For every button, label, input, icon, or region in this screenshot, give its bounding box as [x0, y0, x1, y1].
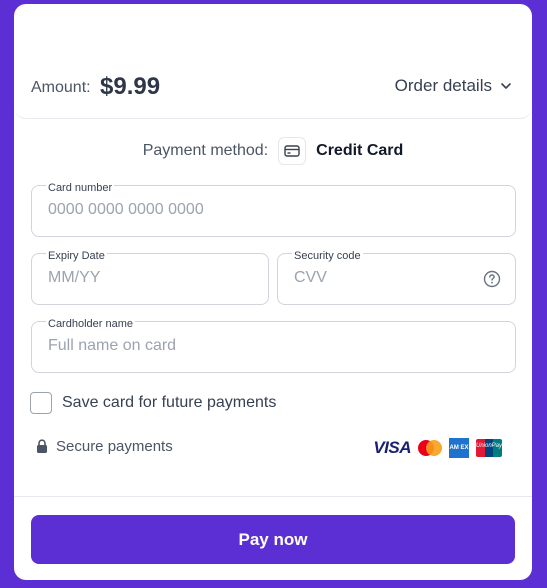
security-code-field[interactable]: Security code: [277, 250, 516, 305]
cardholder-name-field[interactable]: Cardholder name: [31, 318, 516, 373]
card-number-field[interactable]: Card number: [31, 182, 516, 237]
expiry-date-field[interactable]: Expiry Date: [31, 250, 269, 305]
security-code-label: Security code: [292, 250, 363, 262]
lock-icon: [37, 439, 47, 453]
unionpay-logo: UnionPay: [476, 439, 502, 457]
amex-logo: AM EX: [449, 438, 469, 458]
payment-method-row: Payment method: Credit Card: [14, 136, 532, 166]
security-code-input[interactable]: [292, 268, 439, 288]
order-details-toggle[interactable]: Order details: [395, 76, 512, 96]
amount-label: Amount:: [31, 79, 91, 96]
order-details-label: Order details: [394, 76, 492, 95]
card-number-label: Card number: [46, 182, 115, 194]
help-circle-icon[interactable]: [483, 270, 501, 288]
payment-method-label: Payment method:: [142, 142, 269, 159]
amount-bar: Amount: $9.99 Order details: [14, 62, 532, 119]
save-card-checkbox[interactable]: [30, 392, 52, 414]
save-card-row[interactable]: Save card for future payments: [30, 392, 276, 414]
expiry-date-input[interactable]: [46, 268, 239, 288]
secure-payments: Secure payments: [36, 438, 173, 455]
mastercard-logo: [418, 440, 442, 456]
card-brand-logos: VISA AM EX UnionPay: [373, 438, 502, 458]
cardholder-name-input[interactable]: [46, 336, 437, 356]
unionpay-logo-text: UnionPay: [476, 443, 502, 449]
payment-method-value: Credit Card: [316, 142, 404, 159]
secure-payments-label: Secure payments: [56, 438, 173, 455]
expiry-date-label: Expiry Date: [46, 250, 107, 262]
payment-card: Amount: $9.99 Order details Payment meth…: [14, 4, 532, 580]
save-card-label[interactable]: Save card for future payments: [62, 394, 276, 412]
card-number-input[interactable]: [46, 200, 437, 220]
chevron-down-icon: [501, 83, 511, 89]
pay-now-button[interactable]: Pay now: [31, 515, 515, 564]
visa-logo: VISA: [373, 438, 411, 457]
cardholder-name-label: Cardholder name: [46, 318, 135, 330]
divider: [14, 496, 532, 497]
amount-value: $9.99: [100, 73, 161, 100]
credit-card-icon: [278, 137, 307, 165]
